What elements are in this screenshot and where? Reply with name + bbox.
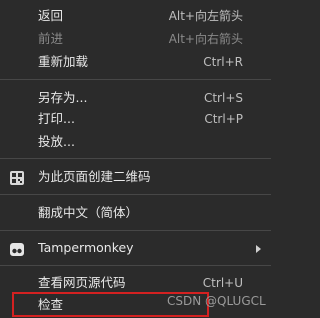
shortcut-text: Ctrl+P: [204, 112, 243, 126]
menu-item-qr-code[interactable]: 为此页面创建二维码: [0, 166, 271, 188]
menu-item-label: 重新加载: [38, 54, 89, 69]
watermark-text: CSDN @QLUGCL: [167, 294, 266, 308]
qr-code-icon: [10, 170, 24, 185]
menu-item-cast[interactable]: 投放...: [0, 131, 271, 153]
shortcut-text: Alt+向右箭头: [168, 32, 243, 46]
menu-item-print[interactable]: 打印... Ctrl+P: [0, 108, 271, 130]
menu-separator: [0, 194, 271, 195]
menu-item-label: 前进: [38, 31, 64, 46]
shortcut-text: Ctrl+S: [203, 91, 243, 105]
menu-separator: [0, 158, 271, 159]
menu-item-label: 打印...: [38, 111, 75, 126]
menu-item-save-as[interactable]: 另存为... Ctrl+S: [0, 87, 271, 109]
menu-item-translate[interactable]: 翻成中文（简体）: [0, 202, 271, 224]
menu-item-back[interactable]: 返回 Alt+向左箭头: [0, 5, 271, 27]
menu-item-label: 翻成中文（简体）: [38, 205, 139, 220]
tampermonkey-icon: [10, 241, 24, 256]
menu-item-label: Tampermonkey: [38, 240, 134, 255]
menu-separator: [0, 265, 271, 266]
menu-item-label: 为此页面创建二维码: [38, 169, 151, 184]
menu-item-forward[interactable]: 前进 Alt+向右箭头: [0, 28, 271, 50]
menu-item-tampermonkey[interactable]: Tampermonkey: [0, 237, 271, 259]
menu-separator: [0, 230, 271, 231]
menu-item-label: 另存为...: [38, 90, 88, 105]
shortcut-text: Ctrl+R: [203, 55, 243, 69]
submenu-arrow-icon: [256, 245, 261, 253]
context-menu: 返回 Alt+向左箭头 前进 Alt+向右箭头 重新加载 Ctrl+R 另存为.…: [0, 0, 271, 318]
menu-item-reload[interactable]: 重新加载 Ctrl+R: [0, 51, 271, 73]
shortcut-text: Alt+向左箭头: [168, 9, 243, 23]
menu-item-label: 查看网页源代码: [38, 275, 126, 290]
menu-item-label: 投放...: [38, 134, 75, 149]
menu-separator: [0, 79, 271, 80]
menu-item-label: 返回: [38, 8, 64, 23]
